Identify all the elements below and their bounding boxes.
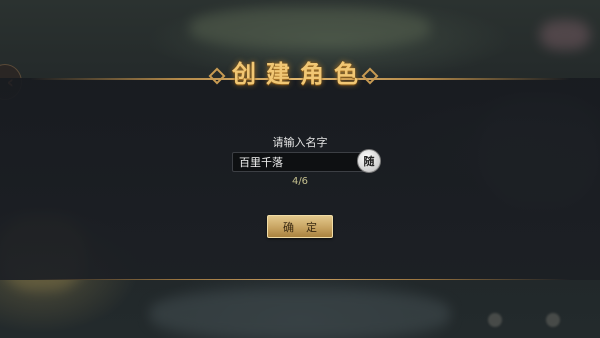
- scene-blur-patch: [150, 290, 450, 338]
- scene-blur-patch: [540, 20, 590, 50]
- blurred-hud-icon: [488, 313, 502, 327]
- random-name-button[interactable]: 随: [357, 149, 381, 173]
- random-dice-icon: 随: [363, 155, 375, 168]
- panel-bottom-border: [0, 279, 600, 280]
- scene-blur-patch: [190, 8, 430, 48]
- name-length-counter: 4/6: [291, 176, 309, 187]
- dialog-title: 创建角色: [232, 59, 368, 88]
- confirm-button[interactable]: 确定: [267, 215, 333, 238]
- name-prompt-label: 请输入名字: [272, 136, 328, 149]
- character-name-input[interactable]: [232, 152, 366, 172]
- blurred-hud-icon: [546, 313, 560, 327]
